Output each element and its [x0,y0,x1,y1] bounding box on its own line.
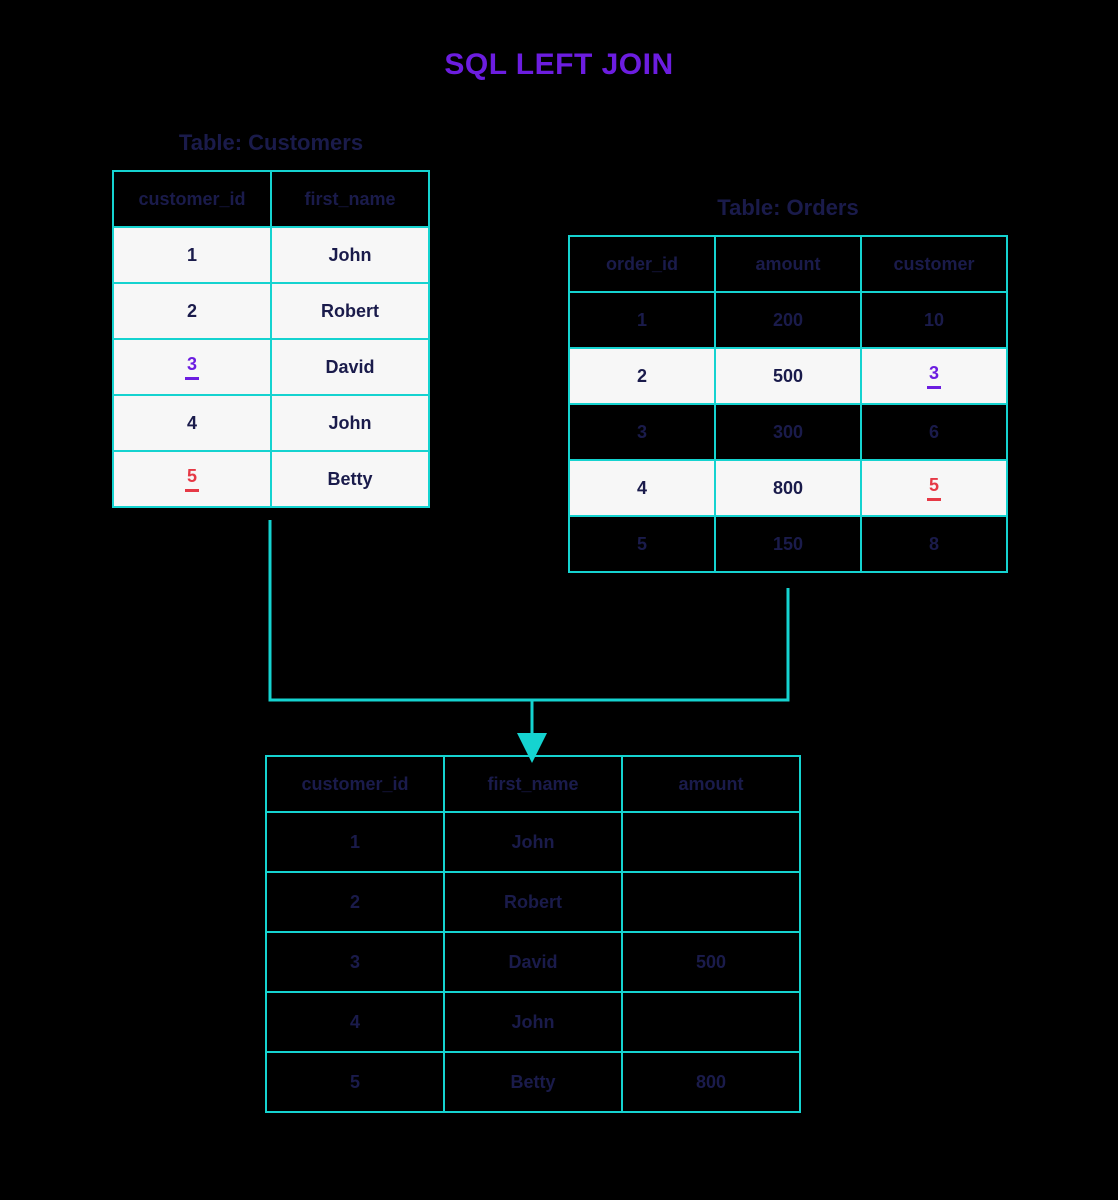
cell-amount [622,812,800,872]
table-row: 51508 [569,516,1007,572]
col-header: order_id [569,236,715,292]
cell-first-name: David [271,339,429,395]
cell-amount: 150 [715,516,861,572]
cell-customer-id: 3 [113,339,271,395]
cell-amount: 800 [715,460,861,516]
cell-amount [622,872,800,932]
cell-customer: 5 [861,460,1007,516]
table-row: 2Robert [113,283,429,339]
table-header-row: customer_id first_name [113,171,429,227]
cell-order-id: 1 [569,292,715,348]
table-row: 1John [266,812,800,872]
cell-amount: 300 [715,404,861,460]
orders-block: Table: Orders order_id amount customer 1… [568,195,1008,573]
col-header: customer_id [113,171,271,227]
cell-customer-id: 4 [266,992,444,1052]
cell-customer: 10 [861,292,1007,348]
col-header: first_name [444,756,622,812]
table-row: 4John [113,395,429,451]
cell-customer-id: 4 [113,395,271,451]
table-header-row: order_id amount customer [569,236,1007,292]
cell-customer-id: 1 [266,812,444,872]
cell-customer-id: 3 [266,932,444,992]
cell-first-name: Betty [444,1052,622,1112]
orders-table: order_id amount customer 120010250033300… [568,235,1008,573]
orders-label: Table: Orders [568,195,1008,221]
result-table: customer_id first_name amount 1John2Robe… [265,755,801,1113]
col-header: first_name [271,171,429,227]
cell-first-name: Robert [271,283,429,339]
customers-block: Table: Customers customer_id first_name … [112,130,430,508]
cell-order-id: 4 [569,460,715,516]
cell-amount [622,992,800,1052]
customers-label: Table: Customers [112,130,430,156]
table-row: 3David [113,339,429,395]
cell-order-id: 2 [569,348,715,404]
col-header: customer_id [266,756,444,812]
table-row: 120010 [569,292,1007,348]
table-row: 5Betty800 [266,1052,800,1112]
cell-order-id: 5 [569,516,715,572]
cell-first-name: John [444,812,622,872]
col-header: amount [622,756,800,812]
col-header: amount [715,236,861,292]
table-row: 5Betty [113,451,429,507]
table-row: 4John [266,992,800,1052]
table-row: 33006 [569,404,1007,460]
table-row: 3David500 [266,932,800,992]
table-row: 2Robert [266,872,800,932]
cell-customer-id: 2 [113,283,271,339]
cell-amount: 800 [622,1052,800,1112]
cell-first-name: Betty [271,451,429,507]
cell-customer-id: 5 [266,1052,444,1112]
cell-first-name: John [271,227,429,283]
cell-customer: 3 [861,348,1007,404]
cell-customer: 8 [861,516,1007,572]
cell-amount: 200 [715,292,861,348]
cell-order-id: 3 [569,404,715,460]
cell-first-name: Robert [444,872,622,932]
table-row: 48005 [569,460,1007,516]
cell-customer-id: 2 [266,872,444,932]
customers-table: customer_id first_name 1John2Robert3Davi… [112,170,430,508]
col-header: customer [861,236,1007,292]
diagram-title: SQL LEFT JOIN [0,0,1118,82]
table-header-row: customer_id first_name amount [266,756,800,812]
cell-customer-id: 1 [113,227,271,283]
cell-first-name: John [271,395,429,451]
cell-customer: 6 [861,404,1007,460]
table-row: 1John [113,227,429,283]
table-row: 25003 [569,348,1007,404]
result-block: customer_id first_name amount 1John2Robe… [265,755,801,1113]
cell-amount: 500 [715,348,861,404]
cell-amount: 500 [622,932,800,992]
cell-first-name: David [444,932,622,992]
cell-customer-id: 5 [113,451,271,507]
cell-first-name: John [444,992,622,1052]
